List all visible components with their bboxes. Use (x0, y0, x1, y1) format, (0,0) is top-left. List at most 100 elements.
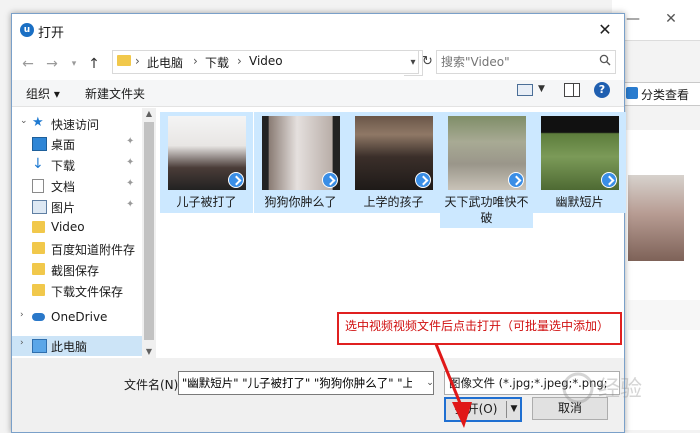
pin-icon: ✦ (126, 136, 135, 147)
nav-item-download-files[interactable]: 下载文件保存 (20, 281, 140, 301)
breadcrumb-video[interactable]: Video (249, 54, 283, 68)
file-item[interactable]: 儿子被打了 (160, 112, 253, 213)
folder-icon (32, 284, 45, 296)
background-app-titlebar: — ✕ (612, 0, 700, 41)
file-name: 狗狗你肿么了 (264, 195, 337, 209)
folder-icon (117, 55, 131, 66)
document-icon (32, 179, 44, 193)
address-history-dropdown[interactable]: ▾ (404, 50, 423, 76)
recent-locations-icon[interactable]: ▾ (64, 54, 84, 74)
folder-icon (626, 87, 638, 99)
file-name: 上学的孩子 (363, 195, 424, 209)
nav-item-downloads[interactable]: ↓ 下载 ✦ (20, 155, 140, 175)
video-play-icon (228, 172, 244, 188)
nav-item-screenshots[interactable]: 截图保存 (20, 260, 140, 280)
video-play-icon (415, 172, 431, 188)
minimize-icon[interactable]: — (626, 12, 640, 26)
classify-view-label: 分类查看 (641, 88, 690, 102)
breadcrumb-this-pc[interactable]: 此电脑 (147, 54, 183, 71)
star-icon: ★ (32, 115, 44, 130)
nav-item-label: 下载文件保存 (51, 285, 124, 299)
chevron-down-icon[interactable]: ⌄ (20, 116, 28, 126)
nav-item-video[interactable]: Video (20, 218, 140, 238)
help-icon[interactable]: ? (594, 82, 610, 98)
back-arrow-icon[interactable]: ← (18, 54, 38, 74)
breadcrumb-separator: › (193, 54, 198, 68)
search-input[interactable] (441, 53, 591, 71)
dialog-footer (12, 358, 624, 432)
file-name: 幽默短片 (555, 195, 604, 209)
video-thumbnail (262, 116, 340, 190)
nav-item-pictures[interactable]: 图片 ✦ (20, 197, 140, 217)
scroll-up-icon[interactable]: ▲ (142, 108, 156, 120)
pin-icon: ✦ (126, 178, 135, 189)
desktop-icon (32, 137, 47, 151)
app-logo-icon: u (20, 23, 34, 37)
video-thumbnail (448, 116, 526, 190)
dialog-title: 打开 (38, 26, 65, 41)
preview-pane-icon[interactable] (564, 83, 580, 97)
folder-icon (32, 221, 45, 233)
picture-icon (32, 200, 47, 214)
breadcrumb-separator: › (237, 54, 242, 68)
nav-scrollbar-thumb[interactable] (144, 122, 154, 340)
view-options-dropdown[interactable]: ▼ (538, 84, 545, 94)
nav-item-documents[interactable]: 文档 ✦ (20, 176, 140, 196)
computer-icon (32, 339, 47, 353)
filename-input[interactable] (182, 374, 412, 392)
file-item[interactable]: 天下武功唯快不破 (440, 112, 533, 228)
change-view-icon[interactable] (517, 84, 533, 96)
address-bar[interactable]: › 此电脑 › 下载 › Video (112, 50, 419, 74)
file-item[interactable]: 上学的孩子 (347, 112, 440, 213)
file-item[interactable]: 狗狗你肿么了 (254, 112, 347, 213)
nav-item-label: Video (51, 220, 85, 234)
search-field[interactable] (436, 50, 616, 74)
red-arrow-icon (434, 343, 472, 428)
video-thumbnail (168, 116, 246, 190)
nav-item-this-pc[interactable]: › 此电脑 (12, 336, 142, 356)
pin-icon: ✦ (126, 199, 135, 210)
nav-item-label: OneDrive (51, 310, 108, 324)
background-placeholder (628, 300, 700, 330)
nav-item-label: 此电脑 (51, 340, 88, 354)
nav-item-desktop[interactable]: 桌面 ✦ (20, 134, 140, 154)
classify-view-button[interactable]: 分类查看 (622, 82, 700, 106)
nav-item-quick-access[interactable]: ⌄ ★ 快速访问 (20, 114, 140, 134)
pin-icon: ✦ (126, 157, 135, 168)
close-icon[interactable]: ✕ (664, 12, 678, 26)
watermark-text: 经验 (598, 377, 642, 402)
forward-arrow-icon[interactable]: → (42, 54, 62, 74)
video-play-icon (322, 172, 338, 188)
scroll-down-icon[interactable]: ▼ (142, 346, 156, 358)
video-play-icon (601, 172, 617, 188)
file-item[interactable]: 幽默短片 (533, 112, 626, 213)
folder-icon (32, 263, 45, 275)
instruction-callout: 选中视频视频文件后点击打开（可批量选中添加） (337, 312, 622, 345)
new-folder-button[interactable]: 新建文件夹 (85, 85, 145, 102)
filename-label: 文件名(N): (124, 378, 183, 392)
download-icon: ↓ (32, 156, 44, 172)
chevron-right-icon[interactable]: › (20, 338, 24, 348)
search-icon[interactable] (599, 54, 611, 66)
breadcrumb-downloads[interactable]: 下载 (205, 54, 229, 71)
open-options-dropdown-icon[interactable]: ▼ (508, 399, 520, 420)
nav-item-label: 下载 (51, 159, 76, 173)
baidu-watermark-logo: 经验 (562, 372, 642, 404)
video-thumbnail (355, 116, 433, 190)
close-button[interactable]: ✕ (592, 18, 618, 42)
cloud-icon (32, 313, 45, 321)
up-arrow-icon[interactable]: ↑ (84, 54, 104, 74)
nav-item-baidu-attachments[interactable]: 百度知道附件存 (20, 239, 140, 259)
video-play-icon (508, 172, 524, 188)
dialog-titlebar: u 打开 ✕ (12, 14, 624, 46)
chevron-right-icon[interactable]: › (20, 310, 24, 320)
nav-item-onedrive[interactable]: › OneDrive (20, 308, 140, 328)
filename-combobox[interactable] (178, 371, 434, 395)
nav-item-label: 百度知道附件存 (51, 243, 136, 257)
refresh-icon[interactable]: ↻ (422, 50, 433, 74)
nav-item-label: 桌面 (51, 138, 76, 152)
nav-item-label: 截图保存 (51, 264, 100, 278)
nav-item-label: 快速访问 (51, 118, 100, 132)
file-name: 天下武功唯快不破 (444, 195, 529, 225)
organize-menu[interactable]: 组织 ▾ (26, 85, 60, 102)
